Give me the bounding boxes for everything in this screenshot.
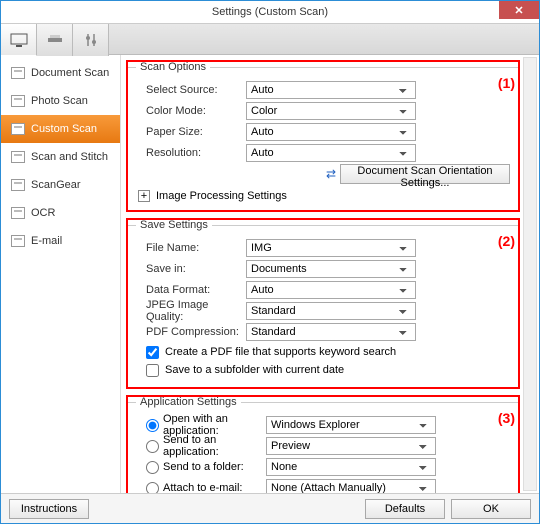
- sidebar-label: ScanGear: [31, 179, 81, 191]
- photo-icon: [11, 95, 25, 107]
- orientation-settings-button[interactable]: Document Scan Orientation Settings...: [340, 164, 510, 184]
- settings-window: Settings (Custom Scan) ✕ Document Scan P…: [0, 0, 540, 524]
- pdf-compression-dropdown[interactable]: Standard: [246, 323, 416, 341]
- sidebar-item-scangear[interactable]: ScanGear: [1, 171, 120, 199]
- color-mode-dropdown[interactable]: Color: [246, 102, 416, 120]
- file-name-label: File Name:: [136, 242, 246, 254]
- sidebar-item-email[interactable]: E-mail: [1, 227, 120, 255]
- annotation-2: (2): [498, 233, 515, 249]
- annotation-3: (3): [498, 410, 515, 426]
- select-source-label: Select Source:: [136, 84, 246, 96]
- save-settings-group: Save Settings (2) File Name:IMG Save in:…: [127, 219, 519, 388]
- resolution-label: Resolution:: [136, 147, 246, 159]
- sliders-icon: [84, 33, 98, 47]
- vertical-scrollbar[interactable]: [523, 57, 537, 491]
- send-app-label: Send to an application:: [163, 434, 266, 458]
- sidebar-label: OCR: [31, 207, 55, 219]
- open-with-radio[interactable]: [146, 419, 159, 432]
- send-folder-label: Send to a folder:: [163, 461, 244, 473]
- paper-size-label: Paper Size:: [136, 126, 246, 138]
- annotation-1: (1): [498, 75, 515, 91]
- main-panel: Scan Options (1) Select Source:Auto Colo…: [121, 55, 539, 493]
- email-icon: [11, 235, 25, 247]
- attach-email-dropdown[interactable]: None (Attach Manually): [266, 479, 436, 493]
- subfolder-checkbox[interactable]: [146, 364, 159, 377]
- jpeg-quality-dropdown[interactable]: Standard: [246, 302, 416, 320]
- attach-email-label: Attach to e-mail:: [163, 482, 242, 493]
- application-settings-legend: Application Settings: [136, 396, 241, 408]
- sidebar-label: Photo Scan: [31, 95, 88, 107]
- tab-scan-from-panel[interactable]: [37, 24, 73, 56]
- ok-button[interactable]: OK: [451, 499, 531, 519]
- stitch-icon: [11, 151, 25, 163]
- sidebar-label: Document Scan: [31, 67, 109, 79]
- resolution-dropdown[interactable]: Auto: [246, 144, 416, 162]
- sidebar-label: Scan and Stitch: [31, 151, 108, 163]
- sidebar-item-photo-scan[interactable]: Photo Scan: [1, 87, 120, 115]
- send-app-dropdown[interactable]: Preview: [266, 437, 436, 455]
- data-format-label: Data Format:: [136, 284, 246, 296]
- swap-icon: ⇄: [326, 167, 336, 181]
- send-app-radio[interactable]: [146, 440, 159, 453]
- jpeg-quality-label: JPEG Image Quality:: [136, 299, 246, 323]
- close-button[interactable]: ✕: [499, 1, 539, 19]
- paper-size-dropdown[interactable]: Auto: [246, 123, 416, 141]
- sidebar: Document Scan Photo Scan Custom Scan Sca…: [1, 55, 121, 493]
- document-icon: [11, 67, 25, 79]
- attach-email-radio[interactable]: [146, 482, 159, 494]
- defaults-button[interactable]: Defaults: [365, 499, 445, 519]
- open-with-dropdown[interactable]: Windows Explorer: [266, 416, 436, 434]
- sidebar-label: Custom Scan: [31, 123, 97, 135]
- scanner-icon: [46, 34, 64, 46]
- monitor-icon: [10, 33, 28, 47]
- file-name-input[interactable]: IMG: [246, 239, 416, 257]
- select-source-dropdown[interactable]: Auto: [246, 81, 416, 99]
- pdf-keyword-label: Create a PDF file that supports keyword …: [165, 346, 396, 358]
- sidebar-item-ocr[interactable]: OCR: [1, 199, 120, 227]
- titlebar: Settings (Custom Scan) ✕: [1, 1, 539, 23]
- plus-icon: +: [138, 190, 150, 202]
- scangear-icon: [11, 179, 25, 191]
- image-processing-expander[interactable]: + Image Processing Settings: [138, 190, 510, 202]
- application-settings-group: Application Settings (3) Open with an ap…: [127, 396, 519, 493]
- send-folder-dropdown[interactable]: None: [266, 458, 436, 476]
- sidebar-item-document-scan[interactable]: Document Scan: [1, 59, 120, 87]
- scan-options-legend: Scan Options: [136, 61, 210, 73]
- pdf-compression-label: PDF Compression:: [136, 326, 246, 338]
- pdf-keyword-checkbox[interactable]: [146, 346, 159, 359]
- sidebar-item-custom-scan[interactable]: Custom Scan: [1, 115, 120, 143]
- instructions-button[interactable]: Instructions: [9, 499, 89, 519]
- color-mode-label: Color Mode:: [136, 105, 246, 117]
- data-format-dropdown[interactable]: Auto: [246, 281, 416, 299]
- scan-options-group: Scan Options (1) Select Source:Auto Colo…: [127, 61, 519, 211]
- ocr-icon: [11, 207, 25, 219]
- sidebar-item-scan-stitch[interactable]: Scan and Stitch: [1, 143, 120, 171]
- custom-icon: [11, 123, 25, 135]
- save-in-label: Save in:: [136, 263, 246, 275]
- subfolder-label: Save to a subfolder with current date: [165, 364, 344, 376]
- tab-scan-from-computer[interactable]: [1, 24, 37, 56]
- sidebar-label: E-mail: [31, 235, 62, 247]
- footer: Instructions Defaults OK: [1, 493, 539, 523]
- window-title: Settings (Custom Scan): [212, 6, 328, 18]
- save-in-dropdown[interactable]: Documents: [246, 260, 416, 278]
- save-settings-legend: Save Settings: [136, 219, 212, 231]
- top-toolbar: [1, 23, 539, 55]
- send-folder-radio[interactable]: [146, 461, 159, 474]
- tab-general-settings[interactable]: [73, 24, 109, 56]
- image-processing-label: Image Processing Settings: [156, 190, 287, 202]
